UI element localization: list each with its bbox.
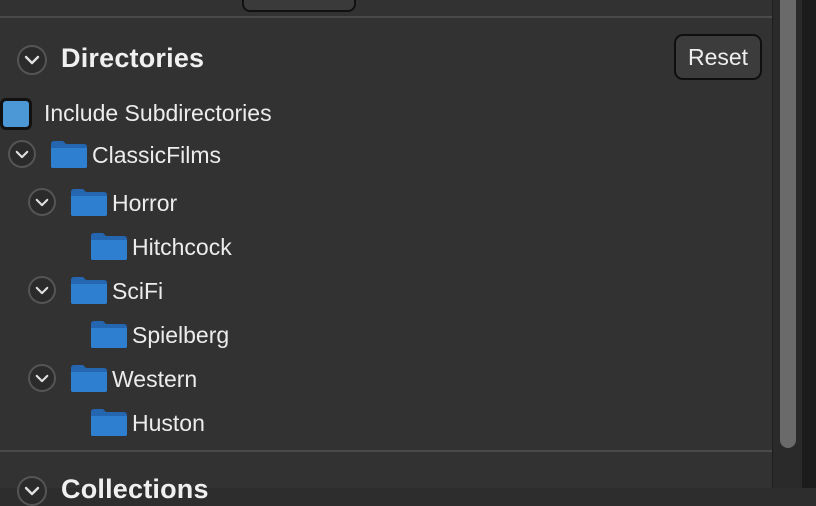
directories-disclosure-button[interactable] — [17, 45, 47, 75]
tree-item-hitchcock[interactable]: Hitchcock — [132, 234, 232, 261]
chevron-down-icon — [35, 198, 49, 206]
western-disclosure-button[interactable] — [28, 364, 56, 392]
tree-item-horror[interactable]: Horror — [112, 190, 177, 217]
section-divider-top — [0, 16, 772, 18]
folder-icon — [91, 409, 127, 436]
section-divider-bottom — [0, 450, 772, 452]
chevron-down-icon — [35, 374, 49, 382]
folder-icon — [91, 233, 127, 260]
folder-icon — [51, 141, 87, 168]
reset-button[interactable]: Reset — [674, 34, 762, 80]
tree-item-western[interactable]: Western — [112, 366, 197, 393]
classicfilms-disclosure-button[interactable] — [8, 140, 36, 168]
folder-icon — [71, 365, 107, 392]
window-edge — [802, 0, 816, 488]
chevron-down-icon — [24, 55, 40, 65]
chevron-down-icon — [15, 150, 29, 158]
tree-item-classicfilms[interactable]: ClassicFilms — [92, 142, 221, 169]
folder-icon — [91, 321, 127, 348]
horror-disclosure-button[interactable] — [28, 188, 56, 216]
tree-item-spielberg[interactable]: Spielberg — [132, 322, 229, 349]
folder-icon — [71, 277, 107, 304]
chevron-down-icon — [35, 286, 49, 294]
include-subdirectories-checkbox[interactable] — [0, 98, 32, 130]
collections-title: Collections — [61, 474, 209, 504]
tree-item-scifi[interactable]: SciFi — [112, 278, 163, 305]
folder-icon — [71, 189, 107, 216]
scrollbar-thumb[interactable] — [780, 0, 796, 448]
collections-disclosure-button[interactable] — [17, 476, 47, 506]
directories-title: Directories — [61, 43, 205, 73]
previous-section-button[interactable] — [242, 0, 356, 12]
include-subdirectories-label: Include Subdirectories — [44, 100, 272, 126]
sidebar-panel: Directories Reset Include Subdirectories… — [0, 0, 772, 506]
tree-item-huston[interactable]: Huston — [132, 410, 205, 437]
scifi-disclosure-button[interactable] — [28, 276, 56, 304]
